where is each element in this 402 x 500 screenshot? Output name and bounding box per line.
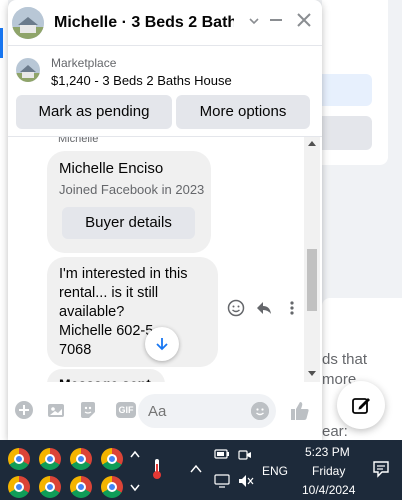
photo-icon[interactable] bbox=[44, 400, 68, 424]
arrow-down-icon bbox=[156, 338, 168, 351]
chrome-icon[interactable] bbox=[101, 476, 123, 498]
scroll-thumb[interactable] bbox=[307, 249, 317, 311]
chrome-icon[interactable] bbox=[39, 448, 61, 470]
emoji-react-icon[interactable] bbox=[226, 299, 246, 319]
chrome-icon[interactable] bbox=[70, 476, 92, 498]
thermometer-icon[interactable] bbox=[150, 458, 164, 483]
compose-icon bbox=[352, 398, 370, 414]
buyer-joined: Joined Facebook in 2023 bbox=[59, 182, 205, 197]
reply-icon[interactable] bbox=[254, 299, 274, 319]
background-text: ear: bbox=[322, 423, 348, 440]
background-button-secondary[interactable] bbox=[322, 116, 372, 150]
minimize-icon[interactable] bbox=[266, 12, 286, 32]
message-sent-bubble: Message sent bbox=[47, 369, 165, 382]
chevron-down-icon[interactable] bbox=[130, 484, 140, 495]
background-active-indicator bbox=[0, 28, 3, 58]
clock-date[interactable]: 10/4/2024 bbox=[302, 483, 355, 497]
sender-name: Michelle bbox=[58, 136, 99, 145]
message-list[interactable]: Michelle Michelle Enciso Joined Facebook… bbox=[8, 136, 322, 382]
buyer-card: Michelle Enciso Joined Facebook in 2023 … bbox=[47, 151, 211, 253]
chat-header[interactable]: Michelle · 3 Beds 2 Baths ... bbox=[8, 0, 322, 46]
chevron-down-icon[interactable] bbox=[244, 12, 264, 32]
more-dots-icon[interactable] bbox=[282, 299, 302, 319]
buyer-details-button[interactable]: Buyer details bbox=[62, 207, 195, 239]
listing-source-label: Marketplace bbox=[51, 56, 117, 70]
listing-thumbnail[interactable] bbox=[16, 58, 40, 82]
message-line: rental... is it still bbox=[59, 285, 159, 301]
chat-window: Michelle · 3 Beds 2 Baths ... Marketplac… bbox=[8, 0, 322, 440]
background-text: ds that bbox=[322, 351, 368, 368]
scrollbar[interactable] bbox=[304, 137, 320, 382]
chevron-up-icon[interactable] bbox=[130, 450, 140, 461]
message-line: available? bbox=[59, 304, 125, 320]
background-button-primary[interactable] bbox=[322, 74, 372, 106]
close-icon[interactable] bbox=[294, 12, 314, 32]
message-line: Michelle 602-5 bbox=[59, 323, 154, 339]
listing-title[interactable]: $1,240 - 3 Beds 2 Baths House bbox=[51, 73, 232, 88]
tray-chevron-icon[interactable] bbox=[190, 462, 202, 477]
plus-icon[interactable] bbox=[12, 400, 36, 424]
chrome-icon[interactable] bbox=[70, 448, 92, 470]
scroll-to-bottom-button[interactable] bbox=[145, 327, 179, 361]
more-options-button[interactable]: More options bbox=[176, 95, 310, 129]
message-actions bbox=[226, 299, 302, 319]
scroll-down-arrow[interactable] bbox=[308, 371, 316, 376]
sticker-icon[interactable] bbox=[76, 400, 100, 424]
language-indicator[interactable]: ENG bbox=[262, 464, 288, 478]
listing-banner: Marketplace $1,240 - 3 Beds 2 Baths Hous… bbox=[8, 48, 322, 134]
clock-day[interactable]: Friday bbox=[312, 464, 345, 478]
thumbs-up-icon[interactable] bbox=[288, 400, 312, 424]
buyer-name: Michelle Enciso bbox=[59, 160, 164, 177]
message-line: 7068 bbox=[59, 342, 92, 358]
gif-icon[interactable]: GIF bbox=[116, 402, 136, 418]
network-icon[interactable] bbox=[214, 474, 230, 491]
clock-time[interactable]: 5:23 PM bbox=[305, 445, 350, 459]
battery-icon[interactable] bbox=[214, 448, 230, 463]
chat-title: Michelle · 3 Beds 2 Baths ... bbox=[54, 13, 234, 31]
mark-as-pending-button[interactable]: Mark as pending bbox=[16, 95, 172, 129]
camera-icon[interactable] bbox=[238, 448, 252, 465]
chrome-icon[interactable] bbox=[8, 476, 30, 498]
background-left-strip bbox=[0, 0, 8, 440]
notifications-icon[interactable] bbox=[372, 460, 390, 481]
chrome-icon[interactable] bbox=[8, 448, 30, 470]
taskbar: ENG 5:23 PM Friday 10/4/2024 bbox=[0, 440, 402, 500]
chrome-icon[interactable] bbox=[39, 476, 61, 498]
new-message-button[interactable] bbox=[337, 381, 385, 429]
message-line: I'm interested in this bbox=[59, 266, 188, 282]
emoji-icon[interactable] bbox=[251, 402, 269, 420]
scroll-up-arrow[interactable] bbox=[308, 141, 316, 146]
volume-muted-icon[interactable] bbox=[238, 474, 254, 491]
chrome-icon[interactable] bbox=[101, 448, 123, 470]
message-bubble[interactable]: I'm interested in this rental... is it s… bbox=[47, 257, 218, 367]
avatar[interactable] bbox=[12, 6, 44, 39]
composer: GIF bbox=[8, 386, 322, 440]
